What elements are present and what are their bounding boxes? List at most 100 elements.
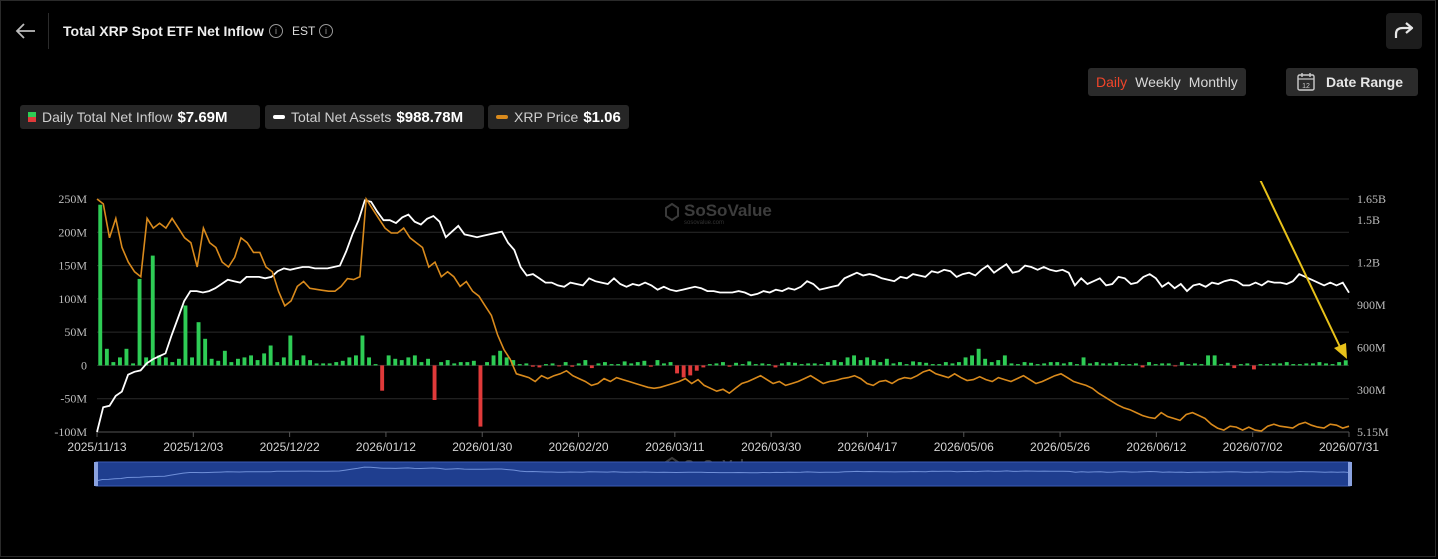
inflow-bar [766, 364, 771, 366]
price-line [96, 196, 1350, 432]
inflow-bar [635, 362, 640, 366]
inflow-bar [930, 364, 935, 366]
inflow-bar [780, 363, 784, 366]
inflow-bar [832, 360, 837, 366]
inflow-bar [1042, 363, 1047, 366]
inflow-bar [1166, 363, 1171, 366]
inflow-bar [281, 357, 286, 366]
inflow-bar [609, 364, 614, 366]
inflow-bar [216, 360, 221, 366]
inflow-bar [262, 353, 267, 366]
inflow-bar [707, 364, 712, 366]
inflow-bar [786, 362, 791, 366]
x-axis-tick: 2025/12/03 [163, 440, 223, 454]
range-navigator[interactable] [94, 461, 1352, 487]
watermark-text: SoSoValue [684, 201, 772, 220]
inflow-bar [295, 360, 299, 366]
chart-panel: Total XRP Spot ETF Net Inflow i EST i Da… [0, 0, 1436, 557]
inflow-bar [727, 365, 732, 367]
inflow-bar [911, 361, 915, 366]
inflow-bar [884, 358, 889, 366]
legend-price-value: $1.06 [583, 108, 621, 126]
inflow-bar [681, 365, 686, 378]
inflow-bar [1232, 365, 1237, 369]
inflow-bar [150, 255, 155, 366]
inflow-bar [576, 363, 581, 366]
legend-assets[interactable]: Total Net Assets $988.78M [265, 105, 484, 129]
inflow-bar [131, 363, 135, 366]
inflow-bar [721, 362, 725, 366]
inflow-bar [1219, 364, 1224, 366]
right-axis-tick: 1.65B [1357, 192, 1386, 206]
x-axis-tick: 2025/11/13 [67, 440, 126, 454]
right-axis-tick: 900M [1357, 298, 1386, 312]
inflow-bar [976, 348, 981, 366]
inflow-bar [1101, 363, 1106, 366]
inflow-bar [1225, 362, 1230, 366]
inflow-bar [773, 365, 778, 368]
inflow-bar [917, 362, 922, 366]
inflow-bar [891, 363, 896, 366]
inflow-bar [504, 357, 509, 366]
inflow-bar [340, 360, 345, 366]
x-axis-tick: 2026/01/30 [452, 440, 512, 454]
date-range-button[interactable]: 12 Date Range [1286, 68, 1418, 96]
inflow-bar [1055, 362, 1060, 366]
inflow-bar [819, 364, 824, 366]
left-axis-tick: 250M [58, 192, 87, 206]
inflow-bar [688, 365, 693, 376]
navigator-right-handle [1348, 462, 1352, 486]
inflow-bar [177, 358, 181, 366]
inflow-bar [583, 360, 588, 366]
x-axis-tick: 2026/03/30 [741, 440, 801, 454]
x-axis-tick: 2026/06/12 [1126, 440, 1186, 454]
inflow-bar [904, 364, 909, 366]
inflow-bar [1022, 362, 1027, 366]
inflow-bar [104, 348, 109, 366]
inflow-bar [98, 204, 103, 366]
inflow-bar [1206, 355, 1210, 366]
legend-inflow[interactable]: Daily Total Net Inflow $7.69M [20, 105, 260, 129]
inflow-bar [458, 362, 463, 366]
inflow-bar [255, 360, 260, 366]
inflow-bar [1245, 363, 1250, 366]
inflow-bar [1029, 362, 1033, 366]
assets-swatch-icon [273, 115, 285, 119]
chart-grid [96, 198, 1350, 437]
inflow-bar [596, 363, 601, 366]
info-icon[interactable]: i [269, 24, 283, 38]
svg-text:12: 12 [1302, 83, 1310, 90]
x-axis-tick: 2026/07/02 [1223, 440, 1283, 454]
share-button[interactable] [1386, 13, 1422, 49]
tab-weekly[interactable]: Weekly [1131, 74, 1185, 90]
inflow-bar [1212, 355, 1217, 366]
legend-inflow-label: Daily Total Net Inflow [42, 109, 173, 125]
inflow-bar [655, 360, 660, 366]
inflow-bar [989, 362, 994, 366]
inflow-bar [622, 361, 627, 366]
left-axis-tick: 200M [58, 225, 87, 239]
inflow-bar [288, 335, 293, 366]
legend-price[interactable]: XRP Price $1.06 [488, 105, 629, 129]
inflow-bar [878, 362, 883, 366]
inflow-bar [249, 355, 253, 366]
inflow-bar [190, 357, 194, 366]
inflow-bar [871, 360, 876, 366]
back-arrow-icon[interactable] [15, 21, 37, 41]
share-icon [1394, 22, 1414, 38]
inflow-bar [308, 360, 312, 366]
etf-flow-chart[interactable]: SoSoValuesosovalue.comSoSoValuesosovalue… [1, 181, 1437, 491]
inflow-bar [1016, 364, 1020, 366]
tab-daily[interactable]: Daily [1092, 74, 1131, 90]
inflow-bar [970, 355, 974, 366]
inflow-bar [839, 362, 843, 366]
inflow-bar [1035, 364, 1040, 366]
legend-assets-value: $988.78M [396, 108, 464, 126]
inflow-bars [98, 204, 1348, 427]
info-icon[interactable]: i [319, 24, 333, 38]
inflow-bar [439, 362, 444, 366]
inflow-bar [1160, 363, 1165, 366]
inflow-bar [517, 364, 522, 366]
inflow-bar [524, 363, 529, 366]
tab-monthly[interactable]: Monthly [1185, 74, 1242, 90]
